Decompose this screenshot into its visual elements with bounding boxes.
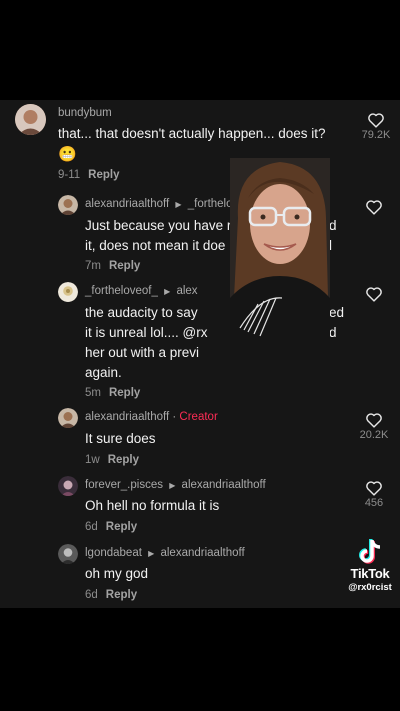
comment-time: 5m xyxy=(85,387,101,399)
avatar[interactable] xyxy=(58,282,78,302)
tiktok-logo-icon xyxy=(359,539,381,564)
comment-time: 9-11 xyxy=(58,169,81,181)
comment-meta: 6d Reply xyxy=(85,589,137,601)
heart-outline-icon xyxy=(366,481,382,496)
comment-time: 6d xyxy=(85,521,98,533)
heart-outline-icon xyxy=(366,287,382,302)
avatar[interactable] xyxy=(58,408,78,428)
like-button[interactable] xyxy=(352,286,396,302)
comment-meta: 7m Reply xyxy=(85,260,140,272)
caret-right-icon: ▶ xyxy=(148,549,155,558)
comment-text-line: her out with a previ xyxy=(85,345,200,360)
comment-time: 1w xyxy=(85,454,100,466)
comment-text: that... that doesn't actually happen... … xyxy=(58,126,326,141)
reply-button[interactable]: Reply xyxy=(106,589,137,601)
comment-username-link[interactable]: lgondabeat xyxy=(85,547,142,559)
comment-username: forever_.pisces ▶ alexandriaalthoff xyxy=(85,479,266,491)
comment-text-line: Just because you have r xyxy=(85,218,232,233)
reply-to-username[interactable]: alex xyxy=(176,285,197,297)
comment-username-link[interactable]: alexandriaalthoff xyxy=(85,411,169,423)
heart-outline-icon xyxy=(368,113,384,128)
comment-text-line-end: ed xyxy=(329,305,345,320)
comment-username: _fortheloveof_ ▶ alex xyxy=(85,285,198,297)
comment-time: 7m xyxy=(85,260,101,272)
comment-text-line: it, does not mean it doe xyxy=(85,238,226,253)
like-count: 20.2K xyxy=(359,429,389,441)
creator-badge: Creator xyxy=(179,411,218,423)
avatar[interactable] xyxy=(15,104,46,135)
like-count: 456 xyxy=(364,497,384,509)
grimacing-emoji: 😬 xyxy=(58,146,77,163)
comments-panel: bundybum that... that doesn't actually h… xyxy=(0,100,400,608)
comment-username-link[interactable]: _fortheloveof_ xyxy=(85,285,158,297)
comment-time: 6d xyxy=(85,589,98,601)
reply-button[interactable]: Reply xyxy=(109,387,140,399)
reply-button[interactable]: Reply xyxy=(88,169,119,181)
tiktok-watermark: TikTok @rx0rcist xyxy=(340,538,400,593)
like-count: 79.2K xyxy=(361,129,391,141)
like-button[interactable]: 20.2K xyxy=(352,412,396,441)
comment-username-link[interactable]: alexandriaalthoff xyxy=(85,198,169,210)
comment-username: alexandriaalthoff · Creator xyxy=(85,411,218,423)
caret-right-icon: ▶ xyxy=(164,287,171,296)
reply-to-username[interactable]: alexandriaalthoff xyxy=(182,479,266,491)
comment-text-line: the audacity to say xyxy=(85,305,198,320)
like-button[interactable]: 79.2K xyxy=(354,112,398,141)
reply-button[interactable]: Reply xyxy=(106,521,137,533)
creator-handle: @rx0rcist xyxy=(348,582,392,593)
heart-outline-icon xyxy=(366,413,382,428)
caret-right-icon: ▶ xyxy=(175,200,182,209)
comment-text: Oh hell no formula it is xyxy=(85,498,220,513)
comment-text-line: it is unreal lol.... @rx xyxy=(85,325,208,340)
creator-video-overlay xyxy=(230,158,330,360)
reply-button[interactable]: Reply xyxy=(108,454,139,466)
comment-text: It sure does xyxy=(85,431,156,446)
reply-to-username[interactable]: _forthelo xyxy=(188,198,233,210)
comment-username[interactable]: bundybum xyxy=(58,107,112,119)
comment-meta: 1w Reply xyxy=(85,454,139,466)
comment-username: alexandriaalthoff ▶ _forthelo xyxy=(85,198,233,210)
heart-outline-icon xyxy=(366,200,382,215)
comment-username: lgondabeat ▶ alexandriaalthoff xyxy=(85,547,245,559)
reply-button[interactable]: Reply xyxy=(109,260,140,272)
comment-username-link[interactable]: forever_.pisces xyxy=(85,479,163,491)
comment-text-line-end: d xyxy=(329,218,337,233)
caret-right-icon: ▶ xyxy=(169,481,176,490)
comment-text-line-end: d xyxy=(329,325,337,340)
comment-meta: 9-11 Reply xyxy=(58,169,120,181)
like-button[interactable] xyxy=(352,199,396,215)
comment-text: oh my god xyxy=(85,566,149,581)
comment-meta: 6d Reply xyxy=(85,521,137,533)
comment-text-line: again. xyxy=(85,365,122,380)
avatar[interactable] xyxy=(58,476,78,496)
reply-to-username[interactable]: alexandriaalthoff xyxy=(160,547,244,559)
tiktok-brand: TikTok xyxy=(350,566,390,581)
comment-meta: 5m Reply xyxy=(85,387,140,399)
like-button[interactable]: 456 xyxy=(352,480,396,509)
avatar[interactable] xyxy=(58,544,78,564)
avatar[interactable] xyxy=(58,195,78,215)
